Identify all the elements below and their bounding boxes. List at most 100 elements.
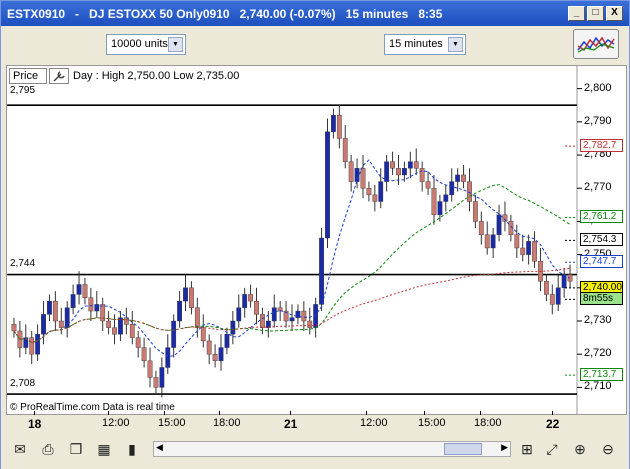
candle-body: [29, 337, 35, 355]
mail-icon[interactable]: ✉: [9, 439, 31, 459]
chart-window: ESTX0910 - DJ ESTOXX 50 Only0910 2,740.0…: [0, 0, 630, 469]
bar-chart-icon[interactable]: ▮: [121, 439, 143, 459]
candle-body: [183, 287, 188, 302]
units-select-value: 10000 units: [111, 38, 168, 50]
chevron-down-icon: ▼: [448, 37, 463, 52]
x-tick: [164, 411, 165, 415]
candle-body: [135, 337, 141, 348]
zoom-in-icon[interactable]: ⊕: [569, 439, 591, 459]
price-label: 2,713.7: [580, 368, 623, 382]
price-label: 2,754.3: [580, 233, 623, 247]
candle-body: [141, 347, 147, 362]
close-button[interactable]: X: [606, 6, 623, 21]
candle-chart-icon[interactable]: ⊞: [516, 439, 538, 459]
chevron-down-icon: ▼: [168, 37, 183, 52]
candle-body: [461, 174, 466, 182]
candle-body: [543, 280, 549, 295]
candle-body: [171, 320, 177, 348]
candle-body: [526, 241, 532, 255]
candle-body: [360, 168, 366, 189]
candle-body: [443, 194, 449, 202]
candle-body: [425, 181, 431, 189]
candle-body: [402, 168, 407, 176]
wrench-icon[interactable]: [49, 68, 69, 84]
candle-body: [413, 161, 419, 169]
x-tick-label: 15:00: [418, 417, 446, 429]
candle-body: [520, 247, 526, 255]
candle-body: [478, 221, 484, 235]
units-select[interactable]: 10000 units ▼: [106, 34, 186, 55]
candle-body: [384, 161, 390, 182]
print-icon[interactable]: ⎙: [37, 439, 59, 459]
candle-body: [407, 161, 413, 169]
bottom-toolbar: ✉ ⎙ ❐ ▦ ▮ ◀ ▶ ⊞ ⤢ ⊕ ⊖: [1, 433, 629, 469]
candle-body: [301, 310, 307, 322]
interval-select[interactable]: 15 minutes ▼: [384, 34, 466, 55]
level-label-top: 2,795: [10, 85, 36, 96]
candle-body: [496, 214, 502, 235]
candle-body: [532, 241, 537, 262]
candle-body: [348, 161, 354, 182]
candle-body: [82, 284, 88, 298]
candle-body: [307, 320, 313, 328]
symbol-code: ESTX0910: [7, 6, 66, 21]
indicators-button[interactable]: [573, 29, 619, 59]
y-tick-label: 2,710: [584, 380, 612, 393]
candle-body: [200, 327, 206, 342]
scroll-right-icon[interactable]: ▶: [501, 442, 508, 453]
price-label: 2,761.2: [580, 210, 623, 224]
x-tick: [552, 411, 553, 415]
candle-body: [218, 347, 224, 362]
price-tab[interactable]: Price: [9, 68, 47, 84]
candle-body: [106, 320, 112, 328]
candle-body: [449, 181, 455, 196]
title-bar: ESTX0910 - DJ ESTOXX 50 Only0910 2,740.0…: [1, 1, 629, 26]
scroll-thumb[interactable]: [444, 443, 482, 455]
minimize-button[interactable]: _: [568, 6, 585, 21]
x-tick-label: 12:00: [360, 417, 388, 429]
candle-body: [431, 188, 437, 215]
zoom-fit-icon[interactable]: ⤢: [541, 439, 563, 459]
y-tick-label: 2,770: [584, 181, 612, 194]
grid-icon[interactable]: ▦: [93, 439, 115, 459]
candle-body: [35, 334, 41, 355]
zoom-out-icon[interactable]: ⊖: [597, 439, 619, 459]
candle-body: [354, 168, 360, 182]
candle-body: [378, 181, 384, 202]
candle-body: [336, 114, 342, 139]
candle-body: [319, 237, 324, 305]
candle-body: [455, 174, 461, 182]
candle-body: [342, 138, 348, 162]
interval-label: 15 minutes: [345, 6, 409, 21]
copy-icon[interactable]: ❐: [65, 439, 87, 459]
candle-body: [52, 300, 58, 322]
indicators-icon: [577, 36, 615, 53]
y-tick-label: 2,730: [584, 314, 612, 326]
x-tick-label: 18: [28, 417, 42, 431]
y-tick-label: 2,800: [584, 81, 612, 94]
level-label-bottom: 2,708: [10, 378, 36, 389]
time-scrollbar[interactable]: ◀ ▶: [153, 441, 511, 457]
candle-body: [390, 161, 395, 169]
maximize-button[interactable]: □: [587, 6, 604, 21]
candle-body: [472, 201, 478, 222]
x-tick: [34, 411, 35, 415]
candle-body: [153, 377, 159, 388]
scroll-left-icon[interactable]: ◀: [156, 442, 163, 453]
candle-body: [76, 284, 82, 295]
candle-body: [514, 234, 520, 249]
candle-body: [41, 314, 46, 335]
x-axis: 18 12:00 15:00 18:00 21 12:00 15:00 18:00 22: [6, 411, 581, 433]
candle-body: [242, 294, 248, 308]
x-tick: [290, 411, 291, 415]
x-tick-label: 15:00: [158, 417, 186, 429]
candle-body: [366, 188, 372, 196]
candle-body: [490, 234, 496, 249]
chart-canvas: [7, 66, 582, 414]
candle-body: [484, 234, 490, 249]
y-tick-label: 2,720: [584, 347, 612, 360]
quote-value: 2,740.00 (-0.07%): [239, 6, 336, 21]
price-label: 2,782.7: [580, 139, 623, 153]
price-chart[interactable]: Price Day : High 2,750.00 Low 2,735.00 2…: [6, 65, 627, 415]
level-label-mid: 2,744: [10, 258, 36, 269]
